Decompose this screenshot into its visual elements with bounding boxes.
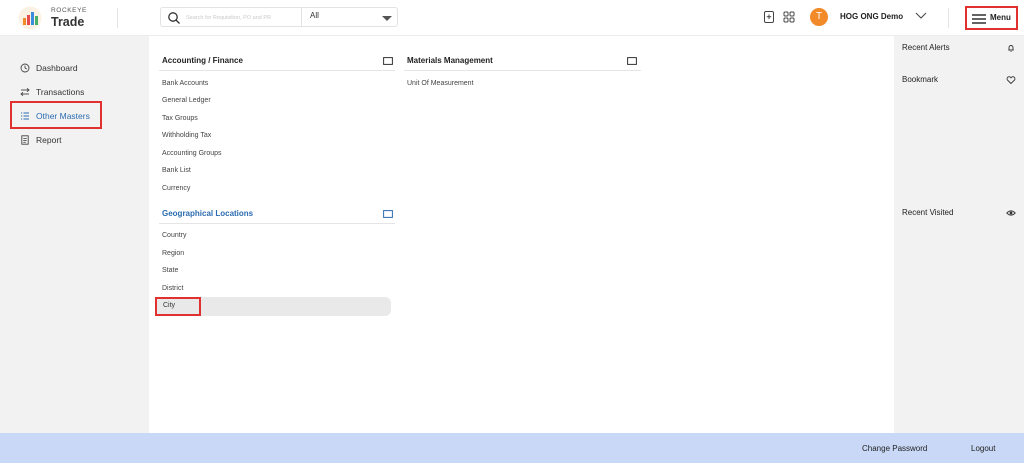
recent-visited-title: Recent Visited — [902, 208, 954, 217]
clock-icon — [20, 63, 30, 73]
menu-link-tax-groups[interactable]: Tax Groups — [162, 115, 198, 122]
menu-label: Menu — [990, 13, 1011, 22]
expand-icon[interactable] — [627, 57, 637, 65]
sidebar-item-other-masters[interactable]: Other Masters — [10, 101, 102, 129]
sidebar-item-label: Report — [36, 135, 62, 145]
sidebar-item-label: Transactions — [36, 87, 85, 97]
menu-link-accounting-groups[interactable]: Accounting Groups — [162, 150, 222, 157]
bookmark-add-icon[interactable] — [762, 10, 776, 24]
search-icon[interactable] — [167, 11, 181, 25]
menu-link-bank-list[interactable]: Bank List — [162, 167, 191, 174]
chevron-down-icon[interactable] — [915, 10, 927, 20]
section-title-accounting: Accounting / Finance — [162, 56, 243, 65]
sidebar-item-report[interactable]: Report — [10, 128, 102, 152]
sidebar-item-dashboard[interactable]: Dashboard — [10, 56, 102, 80]
menu-button[interactable]: Menu — [965, 6, 1018, 30]
hamburger-icon — [972, 14, 986, 24]
section-divider — [159, 223, 395, 224]
logout-link[interactable]: Logout — [971, 444, 995, 453]
bell-icon[interactable] — [1006, 43, 1016, 53]
section-divider — [159, 70, 395, 71]
caret-down-icon[interactable] — [382, 16, 392, 21]
sidebar-item-label: Dashboard — [36, 63, 78, 73]
swap-icon — [20, 87, 30, 97]
menu-link-state[interactable]: State — [162, 267, 178, 274]
menu-link-country[interactable]: Country — [162, 232, 187, 239]
menu-link-region[interactable]: Region — [162, 250, 184, 257]
bookmark-title: Bookmark — [902, 75, 939, 84]
menu-link-currency[interactable]: Currency — [162, 185, 190, 192]
global-search: All — [160, 7, 398, 27]
header-divider — [117, 8, 118, 28]
apps-grid-icon[interactable] — [782, 10, 796, 24]
search-input[interactable] — [186, 10, 291, 25]
menu-link-general-ledger[interactable]: General Ledger — [162, 97, 211, 104]
section-title-geographical: Geographical Locations — [162, 209, 254, 218]
app-logo[interactable]: ROCKEYE Trade — [18, 6, 118, 30]
list-icon — [21, 112, 29, 120]
menu-link-unit-of-measurement[interactable]: Unit Of Measurement — [407, 80, 474, 87]
user-avatar[interactable]: T — [810, 8, 828, 26]
expand-icon[interactable] — [383, 57, 393, 65]
expand-icon[interactable] — [383, 210, 393, 218]
logo-text-bottom: Trade — [51, 15, 85, 29]
menu-link-bank-accounts[interactable]: Bank Accounts — [162, 80, 208, 87]
menu-link-district[interactable]: District — [162, 285, 183, 292]
section-divider — [404, 70, 641, 71]
user-name[interactable]: HOG ONG Demo — [840, 12, 903, 21]
menu-link-city[interactable]: City — [163, 302, 175, 309]
sidebar: Dashboard Transactions Other Masters Rep… — [0, 36, 149, 433]
sidebar-item-label: Other Masters — [36, 111, 90, 121]
eye-icon[interactable] — [1006, 208, 1016, 218]
section-title-materials: Materials Management — [407, 56, 493, 65]
logo-text-top: ROCKEYE — [51, 7, 87, 14]
city-selection-box — [155, 297, 201, 316]
change-password-link[interactable]: Change Password — [862, 444, 927, 453]
menu-panel: Accounting / Finance Bank Accounts Gener… — [149, 36, 894, 433]
header-divider — [948, 8, 949, 28]
search-scope-select[interactable]: All — [310, 11, 319, 20]
heart-icon[interactable] — [1006, 75, 1016, 85]
logo-chart-icon — [18, 6, 42, 30]
footer-bar: Change Password Logout — [0, 433, 1024, 463]
top-header: ROCKEYE Trade All T HOG ONG Demo Men — [0, 0, 1024, 36]
search-divider — [301, 8, 302, 27]
menu-link-withholding-tax[interactable]: Withholding Tax — [162, 132, 211, 139]
recent-alerts-title: Recent Alerts — [902, 43, 950, 52]
document-icon — [21, 135, 29, 145]
right-panel: Recent Alerts Bookmark Recent Visited — [894, 36, 1024, 433]
